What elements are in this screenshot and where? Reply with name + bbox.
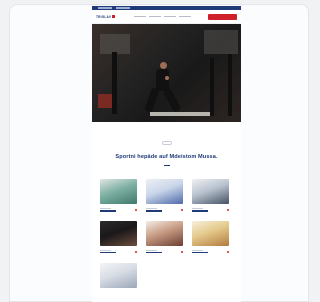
service-card[interactable] (192, 220, 229, 255)
hero-rack (210, 58, 214, 116)
service-card[interactable] (192, 179, 229, 213)
hero-image (92, 24, 241, 122)
nav-link[interactable] (178, 15, 191, 18)
service-card[interactable] (146, 179, 183, 213)
service-card-image (192, 179, 229, 204)
service-card-image (146, 220, 183, 246)
service-card-image (192, 220, 229, 246)
arrow-icon (227, 251, 229, 254)
service-card[interactable] (100, 262, 137, 288)
utility-link[interactable] (116, 7, 130, 9)
service-card-meta (192, 208, 229, 213)
arrow-icon (135, 251, 137, 254)
athlete-leg (144, 87, 160, 113)
service-card-meta (146, 208, 183, 213)
nav-link[interactable] (163, 15, 176, 18)
service-card-image (100, 220, 137, 246)
content-section: Sportni hepäde auf Mdeistom Mussa. (92, 122, 241, 166)
logo-text: TRIGLAV (96, 14, 112, 19)
service-card[interactable] (146, 220, 183, 255)
cta-button[interactable] (208, 13, 237, 20)
athlete-leg (162, 87, 182, 113)
service-card-meta (146, 249, 183, 255)
service-grid (92, 166, 241, 288)
service-card-text (146, 208, 162, 213)
hero-window (100, 34, 130, 54)
service-card-meta (100, 249, 137, 255)
logo-mark-icon (112, 15, 116, 19)
nav-link[interactable] (148, 15, 161, 18)
section-headline: Sportni hepäde auf Mdeistom Mussa. (115, 154, 218, 160)
site-logo[interactable]: TRIGLAV (96, 15, 116, 19)
service-card-meta (100, 208, 137, 213)
hero-platform (150, 112, 210, 116)
service-card-image (100, 179, 137, 204)
athlete-head (160, 62, 167, 69)
service-card-text (100, 249, 116, 255)
service-card-text (100, 208, 116, 213)
hero-rack (228, 54, 232, 116)
arrow-icon (227, 209, 229, 212)
athlete-arm (165, 76, 169, 80)
section-eyebrow (161, 141, 172, 145)
nav-link[interactable] (133, 15, 146, 18)
service-card-meta (192, 249, 229, 255)
nav-links (116, 15, 208, 18)
arrow-icon (181, 209, 183, 212)
arrow-icon (181, 251, 183, 254)
service-card[interactable] (100, 179, 137, 213)
arrow-icon (135, 209, 137, 212)
hero-plyo-box (98, 94, 112, 108)
utility-link[interactable] (98, 7, 112, 9)
top-navigation: TRIGLAV (92, 10, 241, 24)
service-card-text (146, 249, 162, 255)
hero-rack (112, 52, 117, 114)
service-card-image (146, 179, 183, 204)
service-card-text (192, 208, 208, 213)
service-card-image (100, 262, 137, 288)
website-preview: TRIGLAV Sportni hepäde auf Mdeistom Muss… (92, 6, 241, 302)
service-card-text (192, 249, 208, 255)
hero-window (204, 30, 238, 54)
service-card[interactable] (100, 220, 137, 255)
